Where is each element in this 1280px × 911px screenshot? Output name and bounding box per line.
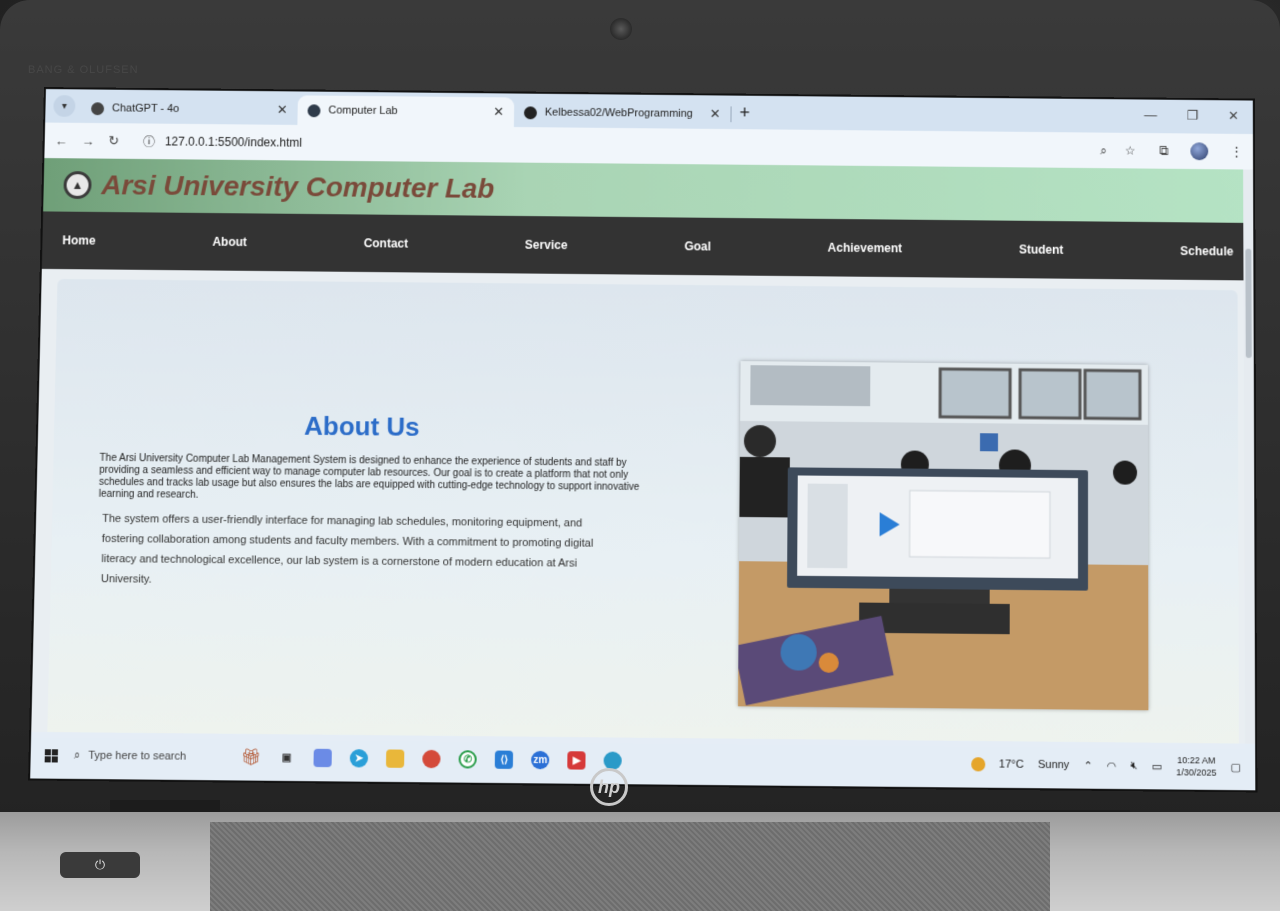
nav-home[interactable]: Home	[62, 233, 96, 247]
url-text[interactable]: 127.0.0.1:5500/index.html	[165, 135, 302, 150]
taskbar-search-placeholder[interactable]: Type here to search	[88, 750, 186, 763]
close-window-icon[interactable]: ✕	[1228, 108, 1239, 124]
globe-icon	[307, 103, 321, 117]
about-title: About Us	[303, 410, 420, 442]
tab-chatgpt[interactable]: ChatGPT - 4o ✕	[81, 93, 298, 125]
taskbar-apps: ▣ ➤ ✆ ⟨⟩ zm ▶	[278, 748, 623, 770]
about-paragraph-2: The system offers a user-friendly interf…	[100, 512, 594, 586]
page-scrollbar[interactable]	[1243, 169, 1256, 750]
youtube-icon[interactable]: ▶	[567, 751, 586, 770]
university-logo-icon: ▲	[63, 171, 92, 200]
search-icon: ⌕	[73, 748, 81, 762]
nav-student[interactable]: Student	[1019, 243, 1064, 257]
weather-temp[interactable]: 17°C	[999, 758, 1024, 770]
hp-logo: hp	[590, 768, 628, 806]
chatgpt-icon	[91, 101, 105, 115]
zoom-icon[interactable]: ⌕	[1100, 143, 1107, 158]
clock-time: 10:22 AM	[1177, 755, 1216, 766]
weather-text[interactable]: Sunny	[1038, 759, 1069, 771]
telegram-icon[interactable]: ➤	[350, 749, 369, 768]
taskbar-search[interactable]: ⌕ Type here to search	[74, 749, 225, 764]
nav-contact[interactable]: Contact	[364, 236, 409, 250]
copilot-icon[interactable]	[313, 748, 333, 768]
task-view-icon[interactable]: ▣	[278, 748, 296, 766]
zoom-app-icon[interactable]: zm	[531, 750, 550, 770]
vscode-icon[interactable]: ⟨⟩	[495, 750, 514, 769]
about-section: About Us The Arsi University Computer La…	[47, 278, 1240, 750]
lab-photo	[737, 361, 1149, 711]
system-tray: 17°C Sunny ⌃ ◠ 🔇︎ ▭ 10:22 AM 1/30/2025 ▢	[970, 752, 1242, 779]
tab-search-button[interactable]: ▾	[53, 95, 76, 117]
window-controls: — ❐ ✕	[1144, 107, 1239, 124]
file-explorer-icon[interactable]	[386, 749, 405, 768]
github-icon	[523, 105, 537, 119]
power-button-icon[interactable]: ⏻	[60, 852, 140, 878]
site-nav: Home About Contact Service Goal Achievem…	[41, 211, 1254, 281]
nav-service[interactable]: Service	[525, 238, 568, 252]
close-icon[interactable]: ✕	[277, 102, 288, 118]
forward-icon[interactable]: →	[81, 133, 94, 148]
bookmark-star-icon[interactable]: ☆	[1125, 143, 1136, 158]
volume-muted-icon[interactable]: 🔇︎	[1131, 759, 1138, 772]
tab-title: Computer Lab	[328, 104, 398, 118]
web-page: ▲ Arsi University Computer Lab Home Abou…	[31, 158, 1256, 750]
gift-icon[interactable]: 🎁︎	[241, 747, 262, 767]
back-icon[interactable]: ←	[55, 133, 68, 148]
profile-avatar[interactable]	[1190, 142, 1209, 161]
whatsapp-icon[interactable]: ✆	[458, 750, 478, 769]
new-tab-button[interactable]: +	[739, 103, 750, 124]
close-icon[interactable]: ✕	[493, 104, 504, 120]
tab-title: ChatGPT - 4o	[111, 102, 180, 115]
nav-achievement[interactable]: Achievement	[828, 241, 902, 256]
laptop-bezel: BANG & OLUFSEN ▾ ChatGPT - 4o ✕ Computer…	[0, 0, 1280, 820]
tab-title: Kelbessa02/WebProgramming	[544, 106, 693, 120]
site-info-icon[interactable]: ⓘ	[143, 133, 155, 150]
tray-chevron-icon[interactable]: ⌃	[1083, 759, 1092, 772]
menu-kebab-icon[interactable]: ⋮	[1230, 144, 1243, 160]
notification-icon[interactable]: ▢	[1231, 760, 1242, 773]
clock-date: 1/30/2025	[1176, 767, 1217, 778]
tab-separator	[730, 106, 732, 123]
about-paragraph-1: The Arsi University Computer Lab Managem…	[98, 452, 640, 501]
tab-computer-lab[interactable]: Computer Lab ✕	[297, 95, 515, 128]
chrome-icon[interactable]	[422, 749, 441, 769]
address-bar[interactable]: ⓘ 127.0.0.1:5500/index.html ⌕ ☆	[133, 128, 1146, 163]
laptop-screen: ▾ ChatGPT - 4o ✕ Computer Lab ✕ Kelbessa…	[30, 89, 1256, 791]
scrollbar-thumb[interactable]	[1245, 248, 1252, 359]
reload-icon[interactable]: ↻	[108, 133, 119, 149]
taskbar-clock[interactable]: 10:22 AM 1/30/2025	[1176, 754, 1216, 779]
nav-about[interactable]: About	[212, 235, 247, 249]
close-icon[interactable]: ✕	[710, 106, 721, 122]
battery-icon[interactable]: ▭	[1152, 759, 1163, 772]
extensions-icon[interactable]: ⧉	[1159, 143, 1168, 159]
speaker-grille	[210, 822, 1050, 911]
lab-photo-illustration	[737, 361, 1149, 711]
minimize-icon[interactable]: —	[1144, 107, 1157, 123]
tab-github[interactable]: Kelbessa02/WebProgramming ✕	[514, 97, 731, 129]
site-title: Arsi University Computer Lab	[101, 169, 495, 204]
nav-goal[interactable]: Goal	[684, 239, 711, 253]
windows-start-icon[interactable]	[44, 748, 59, 763]
brand-etch: BANG & OLUFSEN	[28, 64, 139, 76]
nav-schedule[interactable]: Schedule	[1180, 244, 1233, 258]
webcam	[610, 18, 632, 40]
weather-sun-icon[interactable]	[970, 757, 985, 772]
wifi-icon[interactable]: ◠	[1107, 759, 1117, 772]
restore-icon[interactable]: ❐	[1187, 108, 1199, 124]
